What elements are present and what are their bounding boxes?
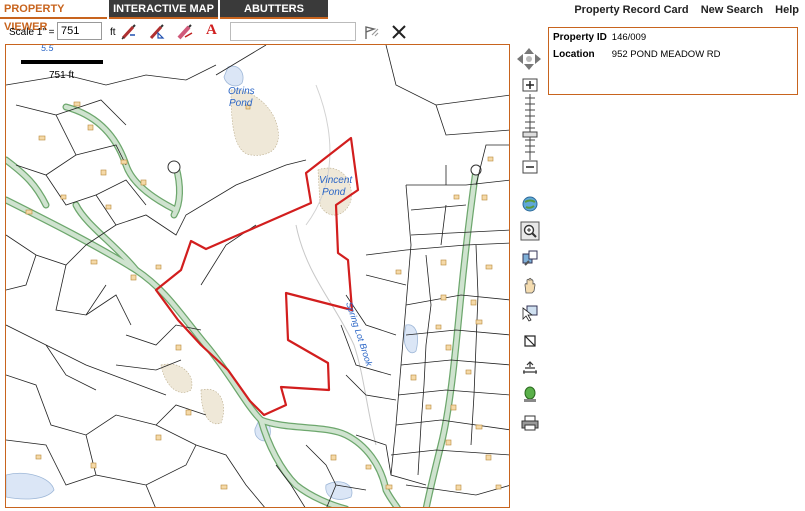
otrins-label-2: Pond bbox=[229, 98, 253, 109]
marker-icon[interactable] bbox=[520, 385, 540, 405]
label-text-input[interactable] bbox=[230, 22, 356, 41]
scale-label: Scale 1" = bbox=[9, 27, 55, 38]
tab-abutters[interactable]: ABUTTERS bbox=[220, 0, 328, 19]
flag-icon[interactable] bbox=[362, 23, 380, 41]
map-view[interactable]: Otrins Pond Vincent Pond Spring Lot Broo… bbox=[5, 44, 510, 508]
print-icon[interactable] bbox=[520, 413, 540, 433]
help-link[interactable]: Help bbox=[775, 4, 799, 16]
erase-icon[interactable] bbox=[176, 23, 194, 41]
measure-icon[interactable] bbox=[520, 358, 540, 378]
location-value: 952 POND MEADOW RD bbox=[611, 49, 721, 60]
clear-icon[interactable] bbox=[520, 331, 540, 351]
property-id-row: Property ID 146/009 bbox=[553, 32, 646, 43]
property-id-label: Property ID bbox=[553, 32, 607, 43]
tab-property-viewer[interactable]: PROPERTY VIEWER bbox=[0, 0, 107, 33]
close-x-icon[interactable] bbox=[390, 23, 408, 41]
pan-arrows-icon[interactable] bbox=[515, 46, 543, 72]
vincent-label-2: Pond bbox=[322, 187, 346, 198]
zoom-slider[interactable] bbox=[522, 94, 538, 160]
globe-icon[interactable] bbox=[520, 194, 540, 214]
pan-hand-icon[interactable] bbox=[520, 276, 540, 296]
scale-input[interactable] bbox=[57, 22, 102, 40]
tab-interactive-map[interactable]: INTERACTIVE MAP bbox=[109, 0, 218, 19]
ft-label: ft bbox=[110, 27, 116, 38]
scale-bar-label: 751 ft bbox=[49, 70, 75, 81]
scale-bar bbox=[21, 60, 103, 64]
vincent-label-1: Vincent bbox=[319, 175, 353, 186]
location-label: Location bbox=[553, 49, 595, 60]
map-canvas[interactable]: Otrins Pond Vincent Pond Spring Lot Broo… bbox=[6, 45, 510, 508]
zoom-box-icon[interactable] bbox=[520, 221, 540, 241]
map-toolbar: Scale 1" = ft A bbox=[0, 21, 420, 43]
top-fragment-label: 5.5 bbox=[41, 45, 55, 53]
measure-pencil-icon[interactable] bbox=[120, 23, 138, 41]
identify-icon[interactable] bbox=[520, 249, 540, 269]
tab-bar: PROPERTY VIEWER INTERACTIVE MAP ABUTTERS bbox=[0, 0, 330, 33]
select-icon[interactable] bbox=[520, 303, 540, 323]
property-record-card-link[interactable]: Property Record Card bbox=[574, 4, 688, 16]
zoom-in-icon[interactable] bbox=[522, 78, 538, 92]
water-bodies bbox=[6, 65, 418, 500]
top-links: Property Record Card New Search Help bbox=[565, 4, 799, 16]
new-search-link[interactable]: New Search bbox=[701, 4, 763, 16]
zoom-out-icon[interactable] bbox=[522, 160, 538, 174]
otrins-label-1: Otrins bbox=[228, 86, 255, 97]
area-pencil-icon[interactable] bbox=[148, 23, 166, 41]
map-nav-tools bbox=[514, 44, 546, 444]
location-row: Location 952 POND MEADOW RD bbox=[553, 49, 721, 60]
wetlands bbox=[160, 89, 352, 425]
roads bbox=[6, 103, 482, 507]
text-icon[interactable]: A bbox=[206, 22, 224, 40]
property-id-value: 146/009 bbox=[611, 32, 647, 43]
property-info-panel: Property ID 146/009 Location 952 POND ME… bbox=[548, 27, 798, 95]
